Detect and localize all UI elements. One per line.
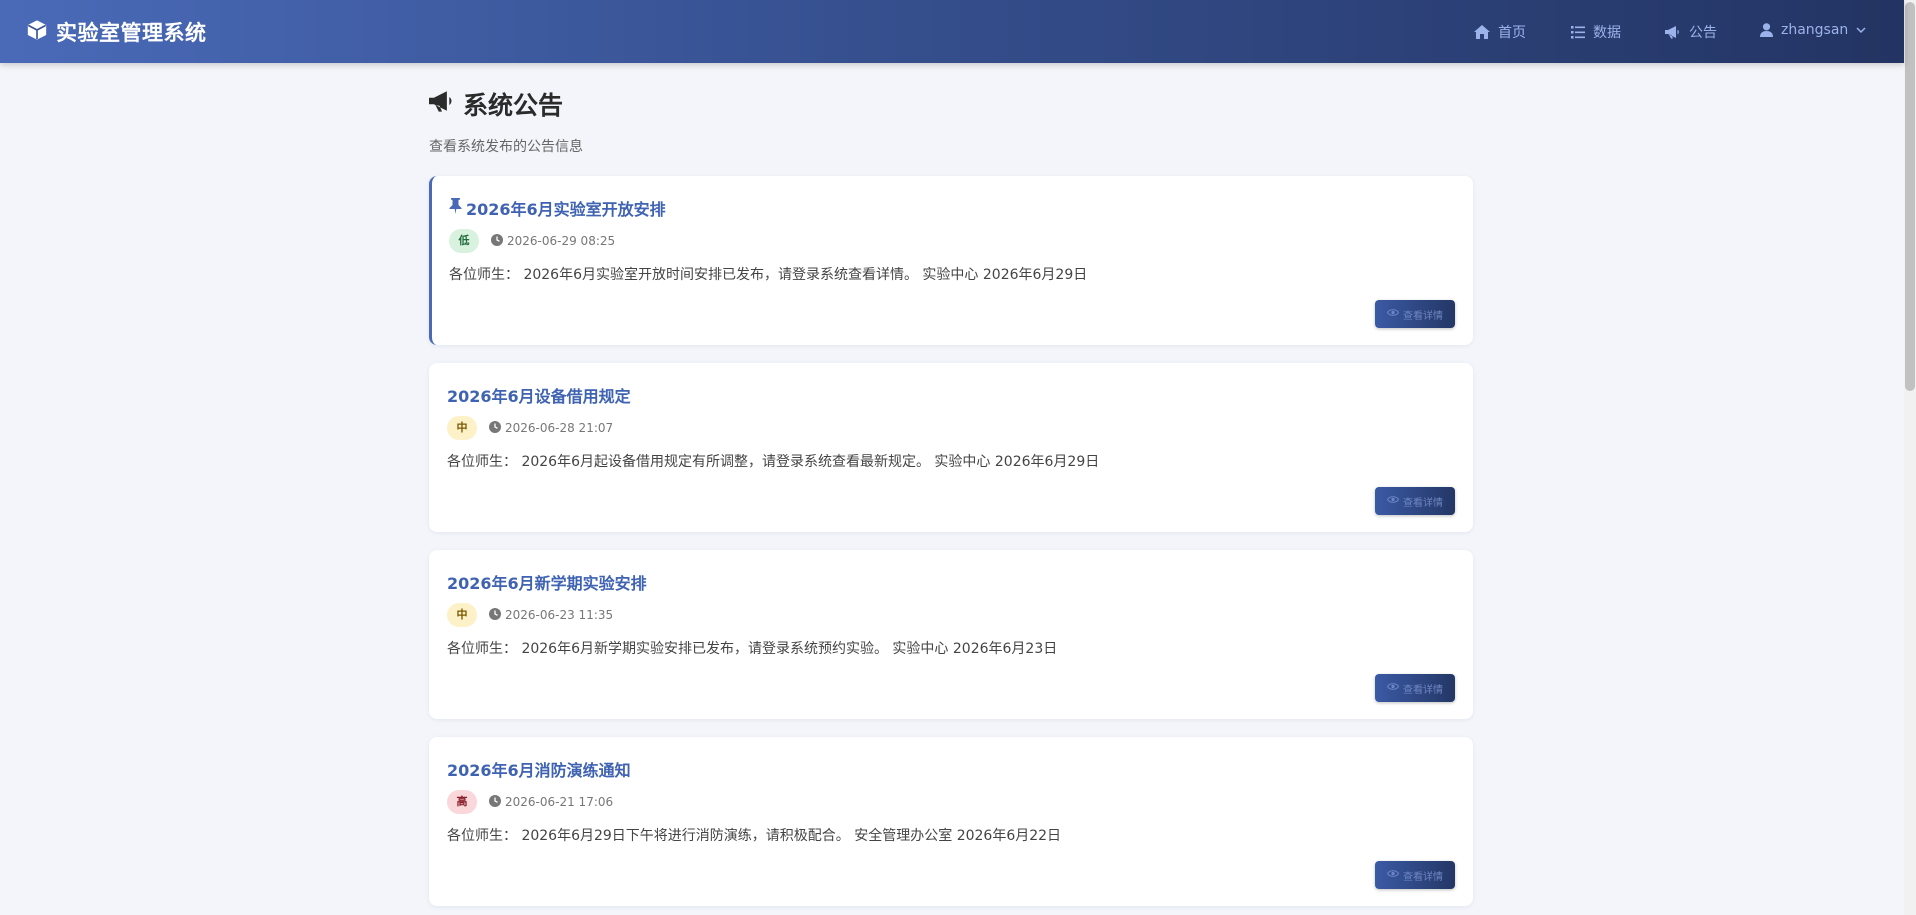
page-header: 系统公告 查看系统发布的公告信息 [429,86,583,156]
view-detail-label: 查看详情 [1403,684,1443,696]
announcement-card: 2026年6月消防演练通知 高 2026-06-21 17:06 各位师生： 2… [429,737,1473,906]
nav-data-label: 数据 [1593,25,1621,41]
brand-title: 实验室管理系统 [56,20,207,45]
clock-icon [489,794,501,810]
eye-icon [1386,869,1400,881]
announcement-title[interactable]: 2026年6月新学期实验安排 [447,570,647,594]
view-detail-label: 查看详情 [1403,497,1443,509]
announcement-body: 各位师生： 2026年6月起设备借用规定有所调整，请登录系统查看最新规定。 实验… [447,454,1100,470]
date-text: 2026-06-21 17:06 [505,795,614,809]
announcement-body: 各位师生： 2026年6月29日下午将进行消防演练，请积极配合。 安全管理办公室… [447,828,1062,844]
view-detail-button[interactable]: 查看详情 [1375,861,1455,889]
pin-icon [449,198,462,218]
nav-notice[interactable]: 公告 [1665,22,1717,42]
announcement-title[interactable]: 2026年6月设备借用规定 [447,383,631,407]
nav-home[interactable]: 首页 [1474,22,1526,42]
eye-icon [1386,495,1400,507]
view-detail-label: 查看详情 [1403,310,1443,322]
priority-badge: 高 [447,790,477,814]
page-title-row: 系统公告 [429,86,583,122]
date-text: 2026-06-29 08:25 [507,234,616,248]
eye-icon [1386,308,1400,320]
announcement-meta: 低 2026-06-29 08:25 [449,229,615,253]
scrollbar[interactable] [1904,0,1916,915]
announcement-title-text: 2026年6月新学期实验安排 [447,574,647,593]
priority-badge: 低 [449,229,479,253]
megaphone-icon [429,89,455,119]
announcement-card: 2026年6月设备借用规定 中 2026-06-28 21:07 各位师生： 2… [429,363,1473,532]
chevron-down-icon [1856,26,1866,34]
nav-notice-label: 公告 [1689,25,1717,41]
view-detail-button[interactable]: 查看详情 [1375,300,1455,328]
view-detail-button[interactable]: 查看详情 [1375,674,1455,702]
megaphone-icon [1665,25,1681,39]
brand[interactable]: 实验室管理系统 [26,0,207,63]
clock-icon [489,420,501,436]
view-detail-label: 查看详情 [1403,871,1443,883]
priority-badge: 中 [447,603,477,627]
eye-icon [1386,682,1400,694]
announcement-date: 2026-06-21 17:06 [489,794,614,810]
priority-badge: 中 [447,416,477,440]
date-text: 2026-06-23 11:35 [505,608,614,622]
page-subtitle: 查看系统发布的公告信息 [429,139,583,155]
announcement-card: 2026年6月实验室开放安排 低 2026-06-29 08:25 各位师生： … [429,176,1473,345]
user-icon [1760,23,1773,37]
announcement-body: 各位师生： 2026年6月实验室开放时间安排已发布，请登录系统查看详情。 实验中… [449,267,1088,283]
user-menu[interactable]: zhangsan [1760,22,1866,38]
announcement-title-text: 2026年6月消防演练通知 [447,761,631,780]
announcement-meta: 高 2026-06-21 17:06 [447,790,613,814]
announcement-title-text: 2026年6月实验室开放安排 [466,200,666,219]
announcement-title[interactable]: 2026年6月实验室开放安排 [449,196,666,220]
top-navbar: 实验室管理系统 首页 数据 公告 zhangsan [0,0,1904,63]
username: zhangsan [1781,22,1849,38]
announcement-meta: 中 2026-06-23 11:35 [447,603,613,627]
cube-icon [26,19,48,45]
date-text: 2026-06-28 21:07 [505,421,614,435]
view-detail-button[interactable]: 查看详情 [1375,487,1455,515]
clock-icon [491,233,503,249]
announcement-title[interactable]: 2026年6月消防演练通知 [447,757,631,781]
home-icon [1474,25,1490,39]
announcement-card: 2026年6月新学期实验安排 中 2026-06-23 11:35 各位师生： … [429,550,1473,719]
announcement-meta: 中 2026-06-28 21:07 [447,416,613,440]
page-title: 系统公告 [463,91,564,120]
clock-icon [489,607,501,623]
list-icon [1571,25,1585,39]
announcement-title-text: 2026年6月设备借用规定 [447,387,631,406]
announcement-body: 各位师生： 2026年6月新学期实验安排已发布，请登录系统预约实验。 实验中心 … [447,641,1058,657]
announcement-date: 2026-06-29 08:25 [491,233,616,249]
nav-home-label: 首页 [1498,25,1526,41]
nav-data[interactable]: 数据 [1571,22,1621,42]
announcement-date: 2026-06-23 11:35 [489,607,614,623]
announcement-date: 2026-06-28 21:07 [489,420,614,436]
scrollbar-thumb[interactable] [1905,2,1915,391]
